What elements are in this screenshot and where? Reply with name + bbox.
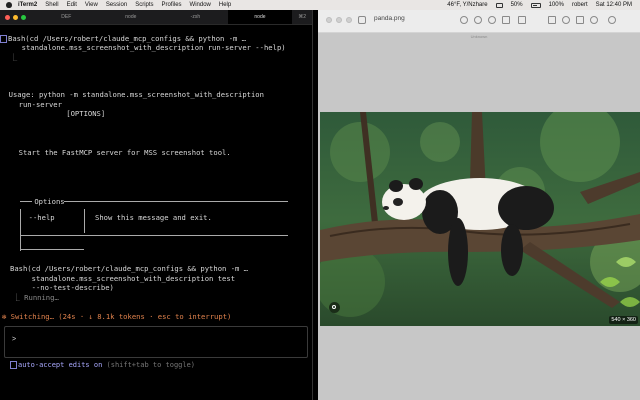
tab-2[interactable]: node — [99, 10, 164, 24]
tab-1[interactable]: DEF — [34, 10, 99, 24]
window-icon[interactable] — [548, 16, 556, 24]
bash-command-1: Bash(cd /Users/robert/claude_mcp_configs… — [8, 34, 246, 43]
document-title: panda.png — [374, 15, 405, 22]
prompt-input[interactable]: > — [4, 326, 308, 358]
preview-minimize-button[interactable] — [336, 17, 342, 23]
menu-window[interactable]: Window — [190, 0, 211, 10]
result-branch-icon: ⎿ — [10, 53, 18, 62]
tab-4[interactable]: node — [227, 10, 293, 24]
progress-status: ✻ Switching… (24s · ↓ 8.1k tokens · esc … — [2, 312, 232, 321]
auto-accept-line: auto-accept edits on (shift+tab to toggl… — [10, 361, 195, 370]
preview-toolbar: panda.png — [318, 10, 640, 33]
user-name[interactable]: robert — [572, 0, 588, 10]
weather-status[interactable]: 46°F, Y/Nzhare — [447, 0, 487, 10]
menu-session[interactable]: Session — [106, 0, 127, 10]
prompt-caret: > — [12, 336, 17, 343]
bash-icon — [0, 35, 7, 43]
panda-photo-graphic — [320, 112, 640, 326]
usage-line: Usage: python -m standalone.mss_screensh… — [0, 90, 264, 99]
markup-icon[interactable] — [518, 16, 526, 24]
options-box-divider — [84, 209, 85, 233]
menu-bar: iTerm2 Shell Edit View Session Scripts P… — [0, 0, 640, 10]
battery-percent: 50% — [510, 2, 523, 8]
menu-app-name[interactable]: iTerm2 — [18, 0, 37, 10]
running-status: ⎿ Running… — [4, 293, 59, 302]
zoom-button[interactable] — [21, 14, 26, 20]
rotate-icon[interactable] — [562, 16, 570, 24]
wifi-percent: 100% — [548, 2, 564, 8]
preview-close-button[interactable] — [326, 17, 332, 23]
battery-icon[interactable] — [530, 2, 541, 8]
bash-command-2: Bash(cd /Users/robert/claude_mcp_configs… — [10, 264, 248, 273]
live-text-icon[interactable] — [329, 302, 340, 313]
minimize-button[interactable] — [13, 14, 18, 20]
menu-shell[interactable]: Shell — [45, 0, 58, 10]
usage-options: [OPTIONS] — [10, 109, 106, 118]
options-box-bottom — [20, 235, 288, 236]
zoom-out-icon[interactable] — [488, 16, 496, 24]
preview-window: panda.png Unknown 540 × 360 — [318, 10, 640, 400]
description-line: Start the FastMCP server for MSS screens… — [10, 148, 231, 157]
image-dimensions: 540 × 360 — [609, 316, 638, 324]
tab-shortcut: ⌘2 — [298, 14, 307, 20]
terminal-tab-bar: DEF node -zsh node ⌘2 — [0, 10, 312, 25]
display-icon[interactable] — [495, 2, 503, 8]
window-controls — [5, 14, 29, 20]
menu-profiles[interactable]: Profiles — [162, 0, 182, 10]
bash-command-2-cont2: --no-test-describe) — [10, 283, 114, 292]
document-subtitle: Unknown — [470, 34, 488, 39]
preview-zoom-button[interactable] — [346, 17, 352, 23]
auto-accept-label: auto-accept edits on — [18, 361, 103, 369]
menu-help[interactable]: Help — [219, 0, 231, 10]
sidebar-toggle-icon[interactable] — [358, 16, 366, 24]
bash-command-1-cont: standalone.mss_screenshot_with_descripti… — [0, 43, 286, 52]
status-area: 46°F, Y/Nzhare 50% 100% robert Sat 12:40… — [439, 0, 640, 10]
bash-command-2-cont: standalone.mss_screenshot_with_descripti… — [10, 274, 236, 283]
terminal-window: DEF node -zsh node ⌘2 Bash(cd /Users/rob… — [0, 10, 313, 400]
apple-menu-icon[interactable] — [6, 2, 12, 8]
panda-image[interactable]: 540 × 360 — [320, 112, 640, 326]
clock[interactable]: Sat 12:40 PM — [596, 0, 632, 10]
search-icon[interactable] — [608, 16, 616, 24]
app-menu: iTerm2 Shell Edit View Session Scripts P… — [18, 0, 239, 10]
crop-icon[interactable] — [576, 16, 584, 24]
shift-tab-hint: (shift+tab to toggle) — [102, 361, 196, 369]
help-description: Show this message and exit. — [95, 213, 212, 222]
close-button[interactable] — [5, 14, 10, 20]
preview-window-controls — [326, 17, 356, 23]
menu-edit[interactable]: Edit — [67, 0, 77, 10]
options-box-border-right — [64, 201, 288, 202]
info-icon[interactable] — [460, 16, 468, 24]
menu-scripts[interactable]: Scripts — [135, 0, 153, 10]
help-flag: --help — [20, 213, 55, 222]
usage-line-2: run-server — [10, 100, 62, 109]
share-icon[interactable] — [502, 16, 510, 24]
options-box-bottom-2 — [20, 249, 84, 250]
tab-3[interactable]: -zsh — [163, 10, 228, 24]
menu-view[interactable]: View — [85, 0, 98, 10]
zoom-in-icon[interactable] — [474, 16, 482, 24]
annotate-icon[interactable] — [590, 16, 598, 24]
auto-accept-icon — [10, 361, 17, 369]
